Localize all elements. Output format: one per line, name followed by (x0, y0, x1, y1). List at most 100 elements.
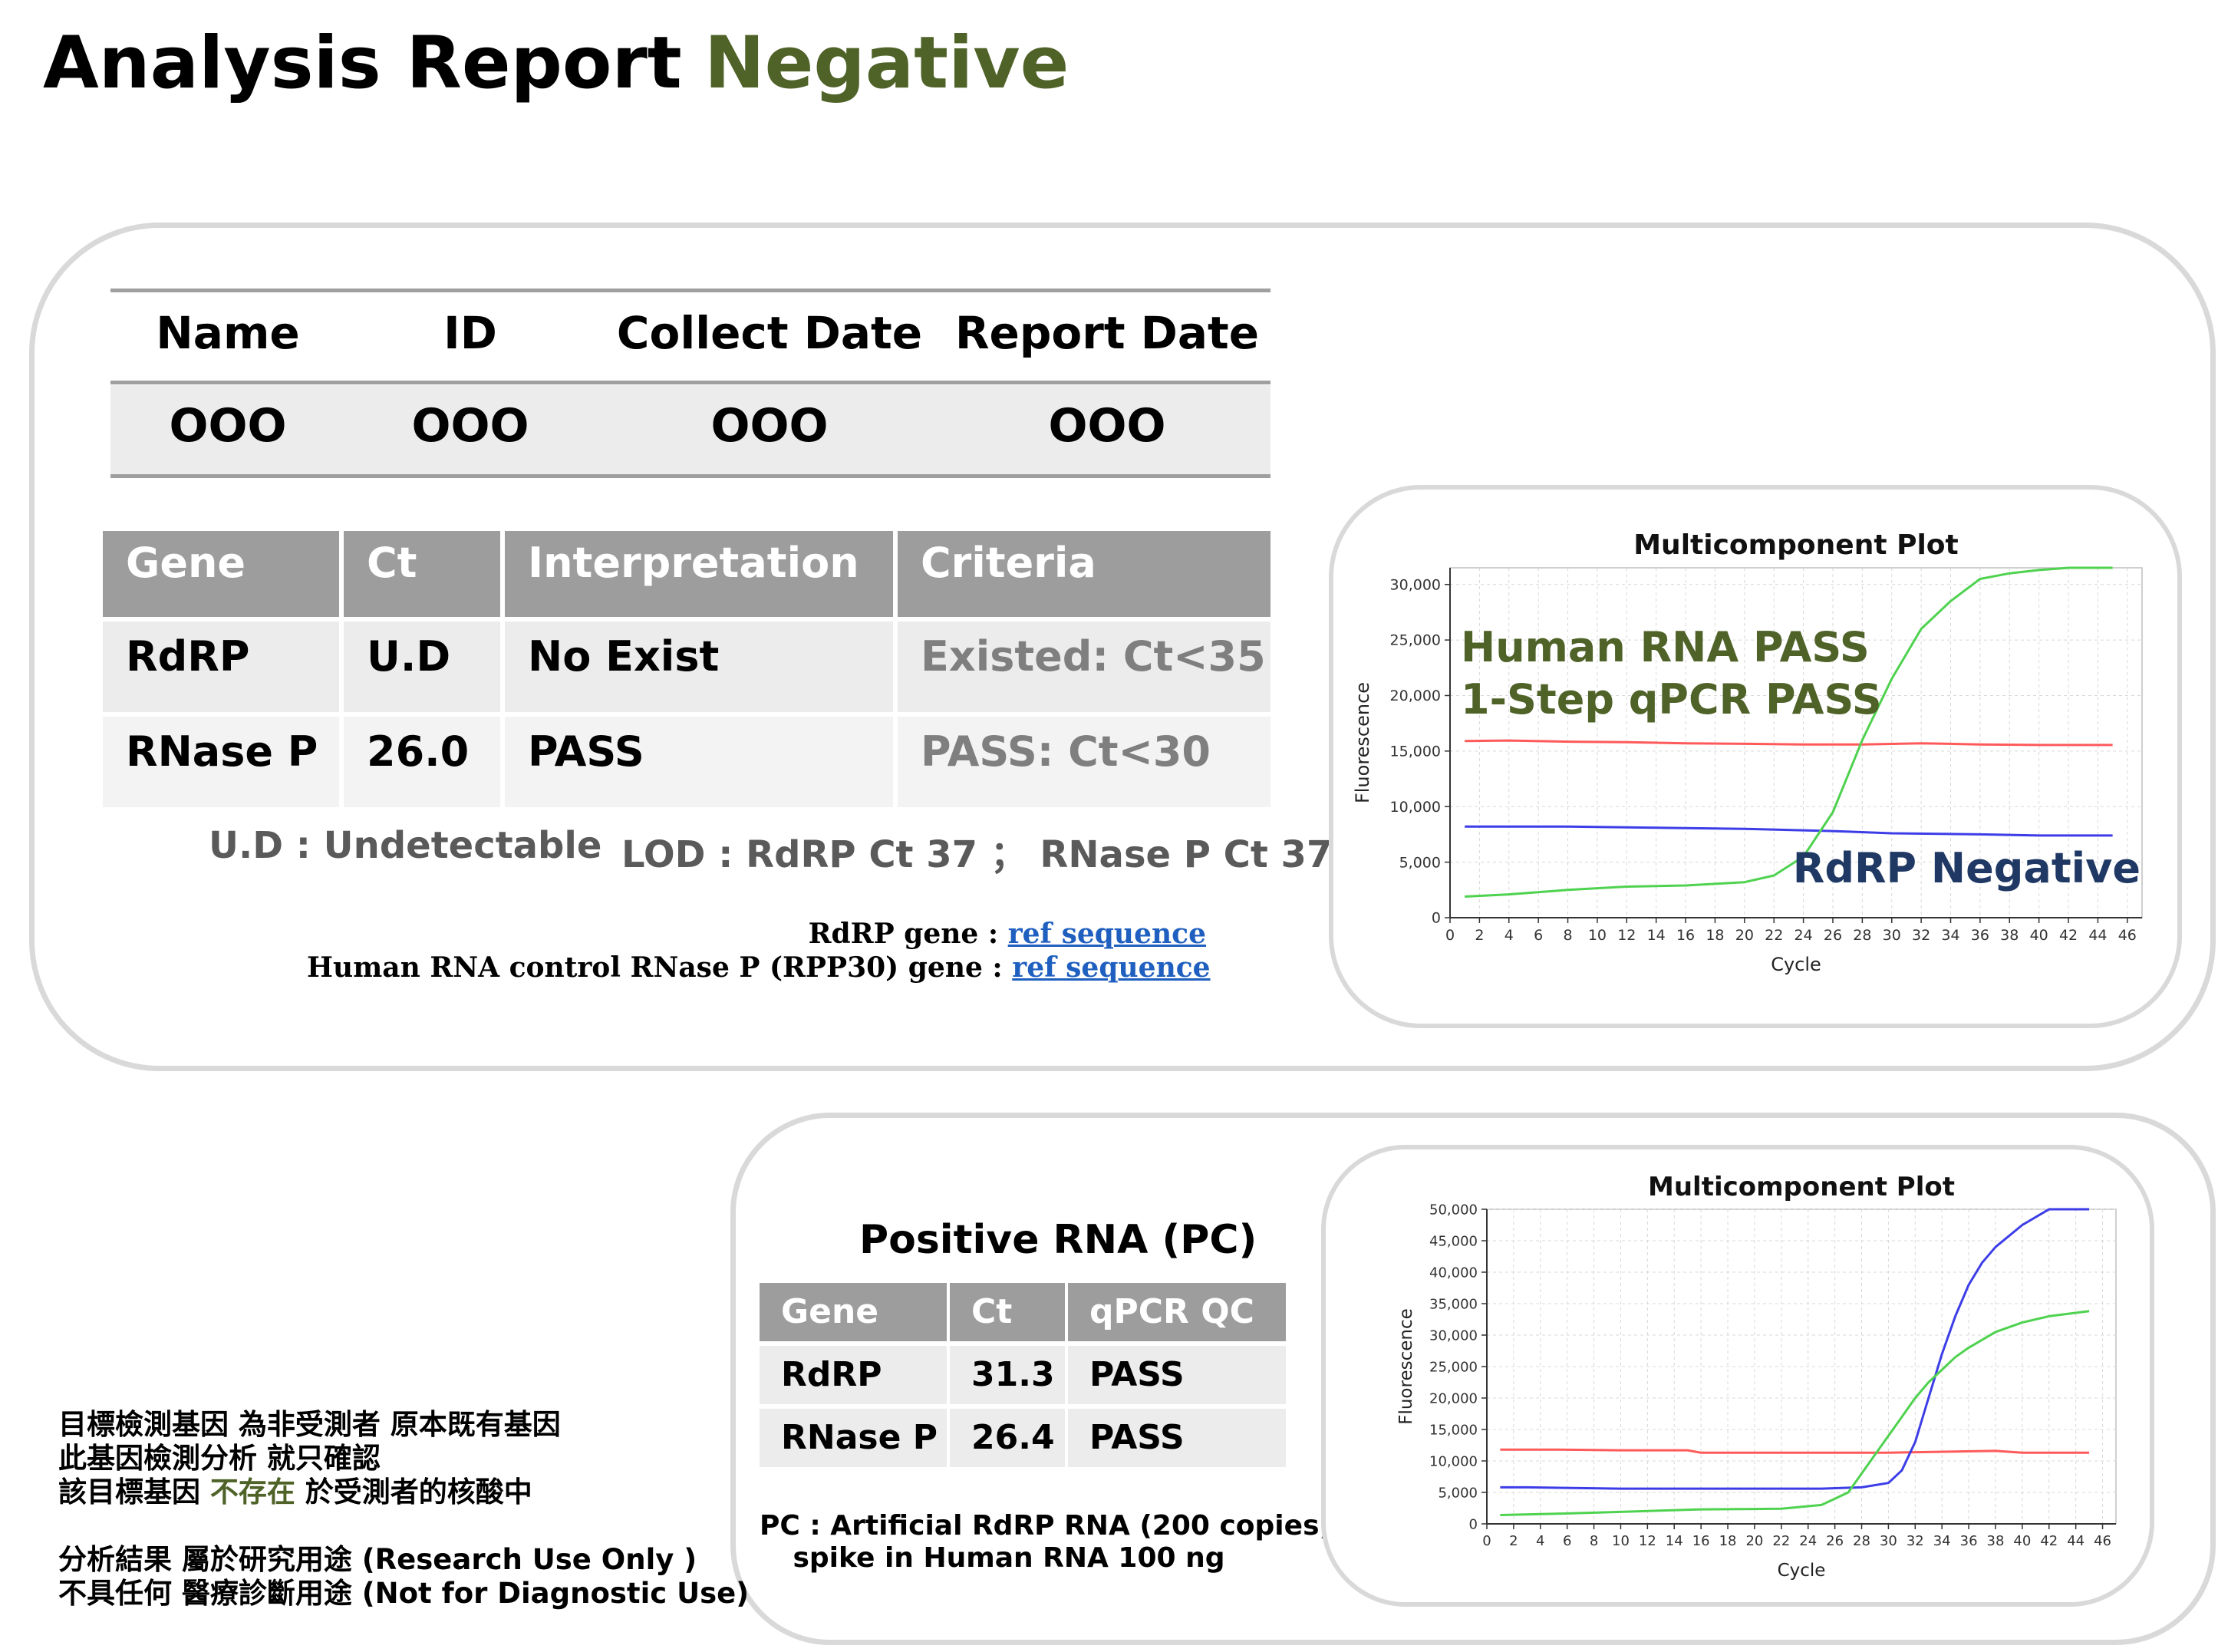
gene-header-criteria: Criteria (898, 531, 1270, 617)
x-tick-label: 20 (1735, 927, 1754, 944)
pc-row-rnasep-ct: 26.4 (950, 1409, 1065, 1467)
x-tick-label: 22 (1772, 1533, 1790, 1549)
chart-annotation-2: 1-Step qPCR PASS (1461, 675, 1882, 724)
x-tick-label: 14 (1666, 1533, 1683, 1549)
gene-row-rdrp-ct: U.D (344, 622, 500, 712)
report-title: Analysis Report (43, 21, 682, 105)
y-tick-label: 0 (1432, 910, 1441, 927)
y-tick-label: 15,000 (1429, 1422, 1478, 1438)
x-tick-label: 36 (1960, 1533, 1978, 1549)
y-tick-label: 30,000 (1429, 1327, 1478, 1344)
y-tick-label: 5,000 (1399, 854, 1441, 871)
x-tick-label: 32 (1907, 1533, 1924, 1549)
disclaimer-line5: 不具任何 醫療診斷用途 (Not for Diagnostic Use) (58, 1577, 750, 1610)
result-status: Negative (704, 21, 1069, 105)
x-tick-label: 0 (1482, 1533, 1491, 1549)
pc-header-qc: qPCR QC (1068, 1283, 1286, 1341)
x-tick-label: 38 (1987, 1533, 2005, 1549)
gene-row-rnasep-criteria: PASS: Ct<30 (898, 717, 1270, 807)
pc-row-rdrp-qc: PASS (1068, 1346, 1286, 1404)
table-top-rule (110, 289, 1270, 292)
gene-header-gene: Gene (103, 531, 339, 617)
table-bottom-rule (110, 474, 1270, 478)
pc-multicomponent-plot: 0 2 4 6 8 10 12 14 16 18 20 22 24 26 28 30 32 34 36 38 40 42 4… (1396, 1172, 2117, 1581)
gene-header-ct: Ct (344, 531, 500, 617)
gene-row-rdrp-gene: RdRP (103, 622, 339, 712)
collect-date-value: OOO (710, 399, 829, 453)
x-tick-label: 12 (1617, 927, 1636, 944)
x-tick-label: 40 (2013, 1533, 2031, 1549)
x-tick-label: 8 (1563, 927, 1572, 944)
rnasep-ref-label: Human RNA control RNase P (RPP30) gene : (307, 951, 1013, 984)
rnasep-ref-line: Human RNA control RNase P (RPP30) gene :… (307, 951, 1211, 984)
x-tick-label: 38 (2000, 927, 2019, 944)
x-tick-label: 16 (1676, 927, 1695, 944)
x-tick-label: 26 (1824, 927, 1842, 944)
patient-header-name: Name (156, 307, 300, 359)
lod-note: LOD : RdRP Ct 37 ； RNase P Ct 37 (621, 833, 1333, 876)
x-tick-label: 8 (1590, 1533, 1598, 1549)
chart-title: Multicomponent Plot (1648, 1172, 1955, 1202)
sample-multicomponent-plot: 0 2 4 6 8 10 12 14 16 18 20 22 24 26 28 30 32 34 36 38 40 42 4… (1352, 529, 2143, 975)
pc-row-rnasep-gene: RNase P (760, 1409, 947, 1467)
x-tick-label: 28 (1853, 1533, 1870, 1549)
x-tick-label: 40 (2030, 927, 2048, 944)
gene-row-rdrp-criteria: Existed: Ct<35 (898, 622, 1270, 712)
patient-id-value: OOO (411, 399, 529, 453)
y-tick-label: 15,000 (1390, 744, 1441, 760)
y-tick-label: 20,000 (1429, 1390, 1478, 1406)
x-tick-label: 10 (1612, 1533, 1630, 1549)
y-axis-label: Fluorescence (1396, 1308, 1416, 1425)
undetectable-note: U.D : Undetectable (209, 824, 602, 867)
x-tick-label: 28 (1853, 927, 1871, 944)
x-tick-label: 34 (1933, 1533, 1951, 1549)
x-tick-label: 0 (1445, 927, 1455, 944)
y-tick-label: 10,000 (1390, 799, 1441, 816)
gene-row-rnasep-ct: 26.0 (344, 717, 500, 807)
y-tick-label: 25,000 (1429, 1359, 1478, 1375)
x-tick-label: 20 (1745, 1533, 1763, 1549)
x-tick-label: 18 (1706, 927, 1724, 944)
x-tick-label: 16 (1692, 1533, 1710, 1549)
y-tick-label: 50,000 (1429, 1202, 1478, 1218)
x-tick-label: 36 (1971, 927, 1989, 944)
x-tick-label: 30 (1883, 927, 1901, 944)
pc-row-rnasep-qc: PASS (1068, 1409, 1286, 1467)
chart-title: Multicomponent Plot (1633, 529, 1959, 561)
patient-header-id: ID (443, 307, 497, 359)
x-axis-label: Cycle (1771, 954, 1821, 975)
x-tick-label: 12 (1639, 1533, 1656, 1549)
x-tick-label: 18 (1719, 1533, 1737, 1549)
y-axis-label: Fluorescence (1352, 682, 1373, 803)
x-tick-label: 4 (1536, 1533, 1544, 1549)
x-tick-label: 30 (1880, 1533, 1897, 1549)
x-tick-label: 46 (2094, 1533, 2111, 1549)
disclaimer-line3: 該目標基因 不存在 於受測者的核酸中 (58, 1469, 532, 1510)
x-tick-label: 42 (2040, 1533, 2058, 1549)
chart-annotation-3: RdRP Negative (1793, 844, 2141, 892)
rnasep-ref-link[interactable]: ref sequence (1012, 951, 1210, 984)
x-tick-label: 26 (1826, 1533, 1844, 1549)
rdrp-ref-link[interactable]: ref sequence (1008, 918, 1206, 950)
x-tick-label: 10 (1588, 927, 1607, 944)
rdrp-ref-line: RdRP gene : ref sequence (614, 918, 1206, 950)
x-tick-label: 46 (2118, 927, 2137, 944)
disclaimer-line3-c: 於受測者的核酸中 (295, 1476, 532, 1509)
rdrp-ref-label: RdRP gene : (808, 918, 1008, 950)
patient-header-collect-date: Collect Date (616, 307, 923, 359)
x-tick-label: 24 (1795, 927, 1813, 944)
pc-header-ct: Ct (950, 1283, 1065, 1341)
pc-header-gene: Gene (760, 1283, 947, 1341)
y-tick-label: 25,000 (1390, 632, 1441, 649)
y-tick-label: 20,000 (1390, 688, 1441, 704)
gene-row-rdrp-interpretation: No Exist (505, 622, 893, 712)
table-header-rule (110, 381, 1270, 384)
y-tick-label: 0 (1469, 1516, 1478, 1532)
pc-row-rdrp-gene: RdRP (760, 1346, 947, 1404)
y-tick-label: 40,000 (1429, 1265, 1478, 1281)
patient-name-value: OOO (169, 399, 287, 453)
x-tick-label: 32 (1912, 927, 1930, 944)
x-tick-label: 6 (1563, 1533, 1571, 1549)
y-tick-label: 35,000 (1429, 1296, 1478, 1312)
disclaimer-line3-a: 該目標基因 (58, 1476, 210, 1509)
